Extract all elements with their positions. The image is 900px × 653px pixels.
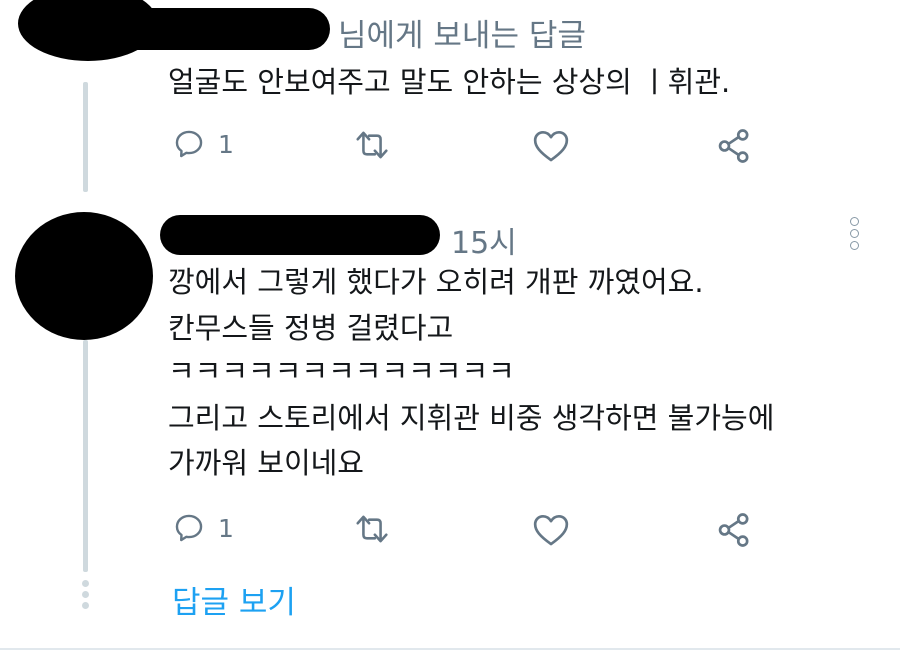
thread-line-2 (83, 340, 88, 572)
redacted-username-1 (40, 8, 330, 50)
tweet-text-2-line-5: 가까워 보이네요 (168, 446, 364, 480)
retweet-icon (356, 131, 388, 159)
like-icon (533, 514, 569, 546)
share-icon (718, 513, 749, 547)
tweet-timestamp: 15시 (451, 226, 517, 261)
reply-icon (175, 514, 203, 542)
reply-count-1: 1 (218, 129, 234, 159)
retweet-button-1[interactable] (352, 127, 392, 163)
reply-button-1[interactable]: 1 (172, 127, 234, 161)
retweet-icon (356, 515, 388, 543)
tweet-text-2-line-4: 그리고 스토리에서 지휘관 비중 생각하면 불가능에 (168, 401, 775, 435)
reply-icon (175, 130, 203, 158)
thread-line-1 (83, 82, 88, 192)
share-icon (718, 129, 749, 163)
share-button-2[interactable] (715, 511, 753, 549)
divider (0, 648, 900, 650)
tweet-text-2-line-2: 칸무스들 정병 걸렸다고 (168, 311, 454, 345)
view-replies-link[interactable]: 답글 보기 (172, 577, 296, 622)
replying-to-label: 님에게 보내는 답글 (338, 18, 586, 54)
reply-count-2: 1 (218, 513, 234, 543)
like-icon (533, 130, 569, 162)
tweet-text-1: 얼굴도 안보여주고 말도 안하는 상상의 ㅣ휘관. (168, 65, 731, 99)
more-options-icon[interactable] (848, 217, 862, 251)
like-button-1[interactable] (532, 127, 570, 163)
redacted-avatar-2 (15, 212, 153, 340)
redacted-username-2 (160, 215, 440, 255)
tweet-text-2-line-1: 깡에서 그렇게 했다가 오히려 개판 까였어요. (168, 265, 704, 299)
thread-continuation-dots (82, 580, 90, 610)
reply-button-2[interactable]: 1 (172, 511, 234, 545)
retweet-button-2[interactable] (352, 511, 392, 547)
like-button-2[interactable] (532, 511, 570, 547)
tweet-text-2-line-3: ㅋㅋㅋㅋㅋㅋㅋㅋㅋㅋㅋㅋㅋ (168, 354, 515, 388)
share-button-1[interactable] (715, 127, 753, 165)
